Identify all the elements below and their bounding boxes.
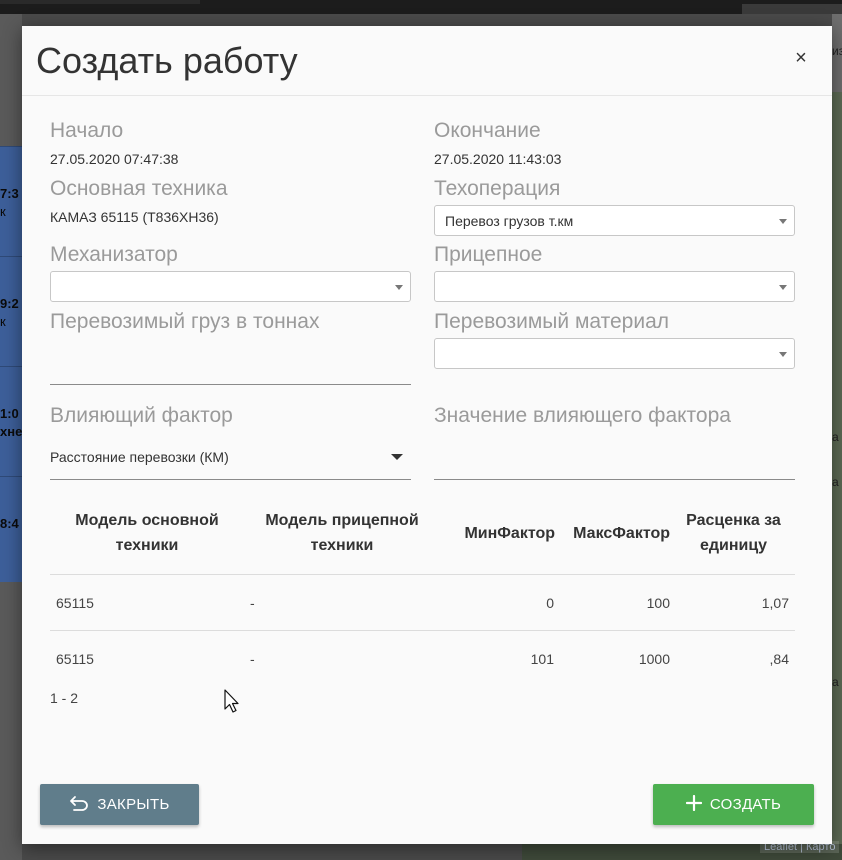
cell-max-factor: 100 xyxy=(646,595,670,611)
trailer-select[interactable] xyxy=(434,271,795,302)
undo-arrow-icon xyxy=(69,795,89,814)
cell-trailer-model: - xyxy=(250,595,255,611)
trailer-label: Прицепное xyxy=(434,243,543,266)
factor-label: Влияющий фактор xyxy=(50,404,233,427)
create-button[interactable]: СОЗДАТЬ xyxy=(653,784,814,825)
factor-value-input[interactable] xyxy=(434,479,795,480)
background-text-fragment: а xyxy=(832,430,839,444)
background-text-fragment: из xyxy=(832,44,842,58)
cell-rate: ,84 xyxy=(769,651,789,667)
cargo-tons-input[interactable] xyxy=(50,384,411,385)
cell-main-model: 65115 xyxy=(56,651,94,667)
close-button-label: ЗАКРЫТЬ xyxy=(97,796,170,813)
start-value: 27.05.2020 07:47:38 xyxy=(50,151,179,167)
event-list-item[interactable]: 8:4 xyxy=(0,476,22,586)
event-list-item[interactable]: 1:0 хне xyxy=(0,366,22,476)
plus-icon xyxy=(685,794,702,814)
dialog-title: Создать работу xyxy=(36,40,298,81)
column-header-rate[interactable]: Расценка за единицу xyxy=(672,508,795,558)
factor-select-underline xyxy=(50,479,411,480)
caret-down-icon[interactable] xyxy=(391,454,403,460)
cell-max-factor: 1000 xyxy=(638,651,670,667)
event-text: к xyxy=(0,314,6,329)
cell-min-factor: 0 xyxy=(546,595,554,611)
table-divider xyxy=(50,630,795,631)
app-event-list: 7:3 к 9:2 к 1:0 хне 8:4 xyxy=(0,146,22,582)
event-text: к xyxy=(0,204,6,219)
create-button-label: СОЗДАТЬ xyxy=(709,796,782,813)
event-time: 9:2 xyxy=(0,296,19,311)
operation-select[interactable]: Перевоз грузов т.км xyxy=(434,205,795,236)
operator-select[interactable] xyxy=(50,271,411,302)
create-work-dialog: Создать работу × Начало 27.05.2020 07:47… xyxy=(22,26,832,844)
operator-label: Механизатор xyxy=(50,243,178,266)
pagination-info: 1 - 2 xyxy=(50,690,79,706)
background-text-fragment: а xyxy=(832,475,839,489)
chevron-down-icon xyxy=(779,285,787,290)
event-time: 8:4 xyxy=(0,516,19,531)
factor-value-label: Значение влияющего фактора xyxy=(434,404,731,427)
end-label: Окончание xyxy=(434,119,541,142)
background-text-fragment: а xyxy=(832,675,839,689)
mouse-pointer-icon xyxy=(224,689,240,720)
cargo-tons-label: Перевозимый груз в тоннах xyxy=(50,310,320,333)
operation-select-value: Перевоз грузов т.км xyxy=(445,213,574,229)
header-text: Расценка за xyxy=(686,512,781,529)
factor-select[interactable]: Расстояние перевозки (КМ) xyxy=(50,449,229,465)
event-list-item[interactable]: 9:2 к xyxy=(0,256,22,366)
table-divider xyxy=(50,574,795,575)
column-header-main-model[interactable]: Модель основной техники xyxy=(50,508,244,558)
material-label: Перевозимый материал xyxy=(434,310,670,333)
event-text: хне xyxy=(0,424,22,439)
main-equipment-label: Основная техника xyxy=(50,177,228,200)
cell-min-factor: 101 xyxy=(530,651,554,667)
material-select[interactable] xyxy=(434,338,795,369)
column-header-max-factor[interactable]: МаксФактор xyxy=(555,521,670,546)
close-button[interactable]: ЗАКРЫТЬ xyxy=(40,784,199,825)
chevron-down-icon xyxy=(395,285,403,290)
header-text: Модель основной xyxy=(75,512,219,529)
header-text: техники xyxy=(115,537,179,554)
header-text: единицу xyxy=(699,537,768,554)
cell-main-model: 65115 xyxy=(56,595,94,611)
cell-rate: 1,07 xyxy=(761,595,789,611)
chevron-down-icon xyxy=(779,352,787,357)
end-value: 27.05.2020 11:43:03 xyxy=(434,151,562,167)
start-label: Начало xyxy=(50,119,124,142)
close-icon[interactable]: × xyxy=(790,46,812,70)
main-equipment-value: КАМАЗ 65115 (Т836ХН36) xyxy=(50,209,219,225)
operation-label: Техоперация xyxy=(434,177,561,200)
column-header-min-factor[interactable]: МинФактор xyxy=(440,521,555,546)
chevron-down-icon xyxy=(779,219,787,224)
header-text: Модель прицепной xyxy=(265,512,419,529)
event-time: 1:0 xyxy=(0,406,19,421)
app-top-bar xyxy=(0,0,842,14)
event-time: 7:3 xyxy=(0,186,19,201)
header-text: техники xyxy=(310,537,374,554)
column-header-trailer-model[interactable]: Модель прицепной техники xyxy=(244,508,440,558)
event-list-item[interactable]: 7:3 к xyxy=(0,146,22,256)
dialog-header: Создать работу × xyxy=(22,26,832,96)
cell-trailer-model: - xyxy=(250,651,255,667)
